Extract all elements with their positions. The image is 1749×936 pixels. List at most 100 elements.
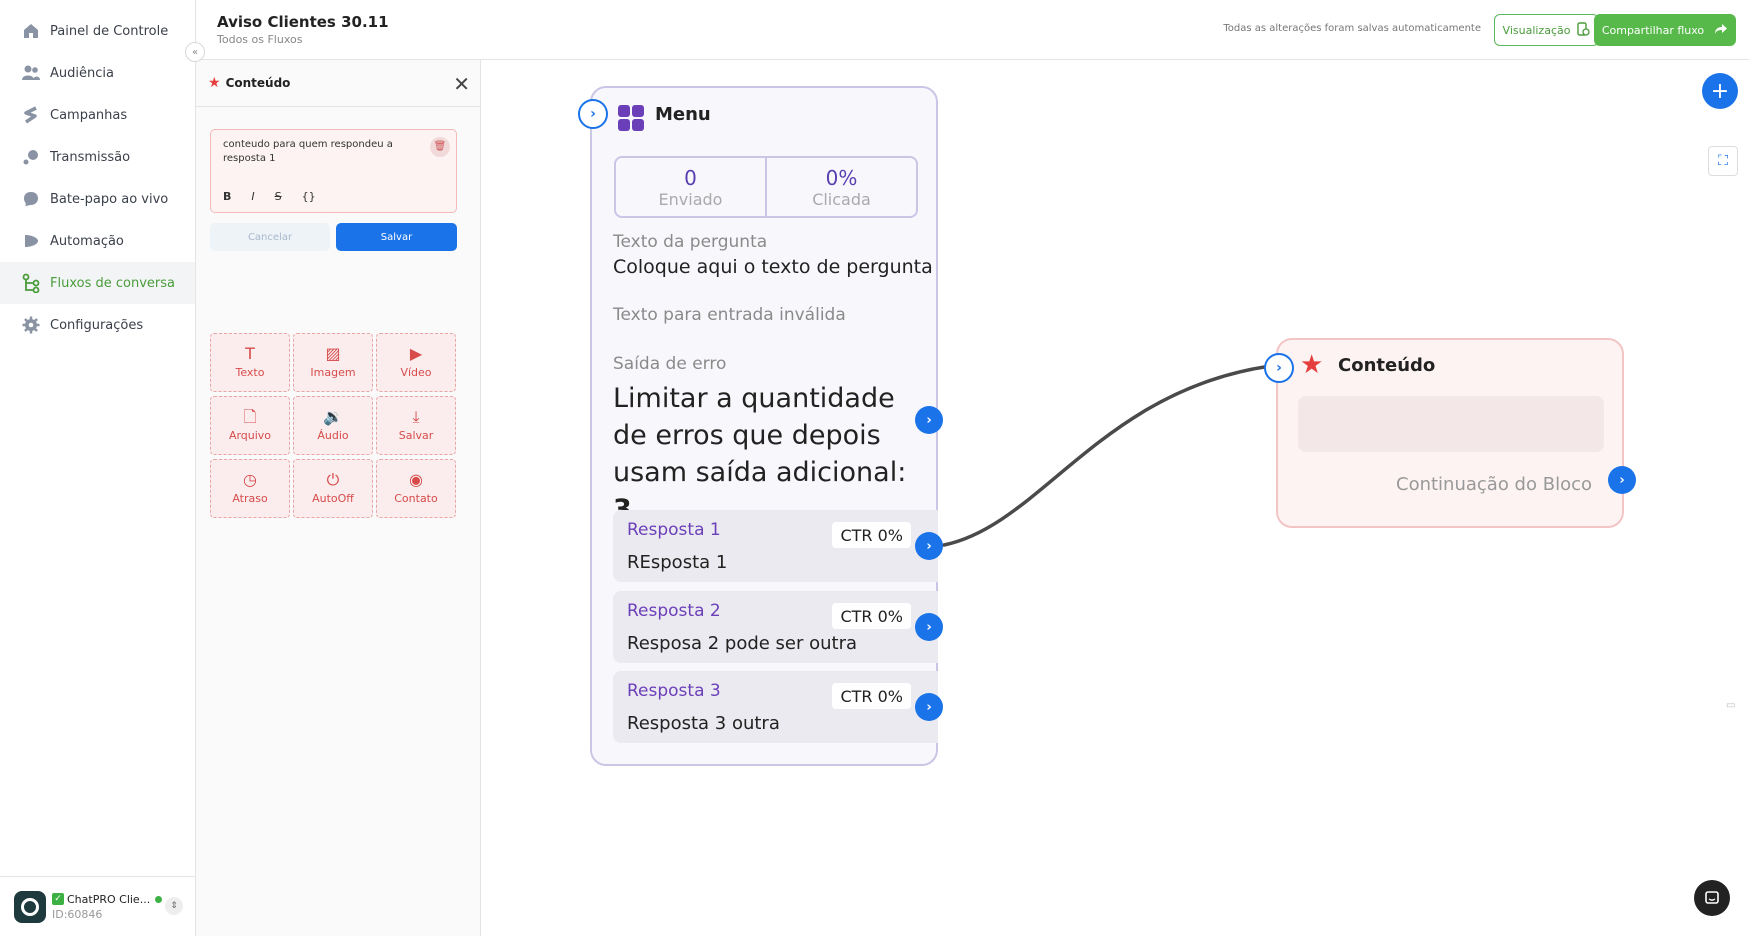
sidebar-item-label: Bate-papo ao vivo — [50, 191, 169, 207]
code-button[interactable]: {} — [302, 190, 316, 204]
response-text: REsposta 1 — [627, 552, 728, 573]
collapse-sidebar-button[interactable]: « — [185, 42, 205, 62]
error-output-label: Saída de erro — [613, 354, 727, 374]
close-icon[interactable]: ✕ — [453, 72, 470, 96]
editor-text[interactable]: conteudo para quem respondeu a resposta … — [223, 138, 423, 166]
tool-label: Imagem — [310, 366, 356, 379]
tool-video[interactable]: ▶ Vídeo — [376, 333, 456, 392]
sidebar-item-campanhas[interactable]: Campanhas — [0, 94, 195, 136]
trash-icon[interactable]: 🗑 — [430, 137, 450, 157]
sidebar-item-fluxos[interactable]: Fluxos de conversa — [0, 262, 195, 304]
star-icon: ★ — [1300, 350, 1324, 380]
ctr-badge: CTR 0% — [832, 683, 911, 709]
breadcrumb[interactable]: Todos os Fluxos — [217, 33, 302, 46]
response-text: Resposta 3 outra — [627, 713, 780, 734]
tool-label: Salvar — [398, 429, 434, 442]
tool-label: Arquivo — [228, 429, 272, 442]
tool-label: Contato — [394, 492, 438, 505]
tool-label: AutoOff — [312, 492, 354, 505]
star-icon: ★ — [208, 75, 221, 91]
tool-audio[interactable]: 🔉 Áudio — [293, 396, 373, 455]
chevron-updown-icon[interactable]: ⇕ — [165, 897, 183, 915]
sidebar-item-label: Fluxos de conversa — [50, 275, 175, 291]
audio-icon: 🔉 — [323, 407, 343, 426]
tool-imagem[interactable]: ▨ Imagem — [293, 333, 373, 392]
sidebar-item-automacao[interactable]: Automação — [0, 220, 195, 262]
account-switcher[interactable]: ✓ ChatPRO Clie... ID:60846 ⇕ — [0, 876, 195, 936]
online-status-dot — [155, 895, 163, 903]
sidebar-item-label: Campanhas — [50, 107, 128, 123]
continuation-label: Continuação do Bloco — [1396, 474, 1592, 495]
error-output-handle[interactable]: › — [915, 406, 943, 434]
chat-bubble-icon — [20, 188, 42, 210]
clicked-rate: 0% — [825, 165, 858, 190]
file-icon: 🗋 — [243, 407, 257, 426]
content-node-title: Conteúdo — [1338, 355, 1436, 376]
phone-icon — [1576, 21, 1591, 39]
tool-autooff[interactable]: ⏻ AutoOff — [293, 459, 373, 518]
menu-stats: 0 Enviado 0% Clicada — [614, 156, 918, 218]
menu-node[interactable]: › Menu 0 Enviado 0% Clicada Texto da per… — [578, 86, 943, 766]
support-chat-button[interactable] — [1694, 880, 1730, 916]
sidebar-item-label: Automação — [50, 233, 124, 249]
flow-canvas[interactable]: › Menu 0 Enviado 0% Clicada Texto da per… — [481, 60, 1749, 936]
node-input-handle[interactable]: › — [578, 99, 608, 129]
cancel-button[interactable]: Cancelar — [210, 223, 330, 251]
download-icon: ⤓ — [412, 407, 420, 426]
tool-salvar[interactable]: ⤓ Salvar — [376, 396, 456, 455]
add-node-button[interactable]: + — [1702, 73, 1738, 109]
response-label: Resposta 3 — [627, 681, 721, 701]
strikethrough-button[interactable]: S — [275, 190, 282, 204]
home-icon — [20, 20, 42, 42]
response-output-handle[interactable]: › — [915, 693, 943, 721]
node-input-handle[interactable]: › — [1264, 353, 1294, 383]
content-text-editor[interactable]: conteudo para quem respondeu a resposta … — [210, 129, 457, 213]
response-option[interactable]: Resposta 1 CTR 0% REsposta 1 — [613, 510, 938, 582]
connection-line[interactable] — [942, 364, 1273, 547]
response-label: Resposta 2 — [627, 601, 721, 621]
tool-label: Vídeo — [400, 366, 432, 379]
sidebar-item-configuracoes[interactable]: Configurações — [0, 304, 195, 346]
users-icon — [20, 62, 42, 84]
tool-atraso[interactable]: ◷ Atraso — [210, 459, 290, 518]
panel-header: ★ Conteúdo — [196, 60, 480, 107]
preview-button-label: Visualização — [1502, 23, 1571, 37]
response-output-handle[interactable]: › — [915, 613, 943, 641]
response-option[interactable]: Resposta 2 CTR 0% Resposa 2 pode ser out… — [613, 591, 938, 663]
question-label: Texto da pergunta — [613, 232, 768, 252]
content-tools-grid: T Texto ▨ Imagem ▶ Vídeo 🗋 Arquivo 🔉 Áudio ⤓ S… — [210, 333, 457, 518]
continuation-output-handle[interactable]: › — [1608, 466, 1636, 494]
text-icon: T — [245, 344, 255, 363]
campaign-icon — [20, 104, 42, 126]
format-toolbar: B I S {} — [223, 190, 316, 204]
fullscreen-icon[interactable]: ⛶ — [1708, 146, 1738, 176]
question-value: Coloque aqui o texto de pergunta — [613, 256, 933, 278]
content-editor-panel: ★ Conteúdo ✕ conteudo para quem responde… — [196, 60, 481, 936]
tool-contato[interactable]: ◉ Contato — [376, 459, 456, 518]
sidebar-item-transmissao[interactable]: Transmissão — [0, 136, 195, 178]
check-icon: ✓ — [52, 893, 64, 905]
save-button[interactable]: Salvar — [336, 223, 457, 251]
response-output-handle[interactable]: › — [915, 532, 943, 560]
sidebar-item-painel[interactable]: Painel de Controle — [0, 10, 195, 52]
error-output-text: Limitar a quantidade de erros que depois… — [613, 380, 933, 528]
content-node[interactable]: › ★ Conteúdo Continuação do Bloco › — [1264, 338, 1636, 528]
sidebar-item-audiencia[interactable]: Audiência — [0, 52, 195, 94]
share-flow-button[interactable]: Compartilhar fluxo — [1594, 14, 1736, 46]
clicked-label: Clicada — [812, 189, 871, 209]
bold-button[interactable]: B — [223, 190, 231, 204]
preview-button[interactable]: Visualização — [1494, 14, 1599, 46]
tool-label: Texto — [235, 366, 265, 379]
autosave-status: Todas as alterações foram salvas automat… — [1223, 23, 1481, 34]
minimap-icon[interactable]: ▭ — [1726, 700, 1742, 714]
ctr-badge: CTR 0% — [832, 522, 911, 548]
italic-button[interactable]: I — [251, 190, 254, 204]
sidebar-item-label: Painel de Controle — [50, 23, 169, 39]
response-option[interactable]: Resposta 3 CTR 0% Resposta 3 outra — [613, 671, 938, 743]
image-icon: ▨ — [325, 344, 341, 363]
sidebar-item-bate-papo[interactable]: Bate-papo ao vivo — [0, 178, 195, 220]
tool-arquivo[interactable]: 🗋 Arquivo — [210, 396, 290, 455]
tool-texto[interactable]: T Texto — [210, 333, 290, 392]
power-icon: ⏻ — [326, 470, 340, 489]
sidebar-item-label: Audiência — [50, 65, 114, 81]
